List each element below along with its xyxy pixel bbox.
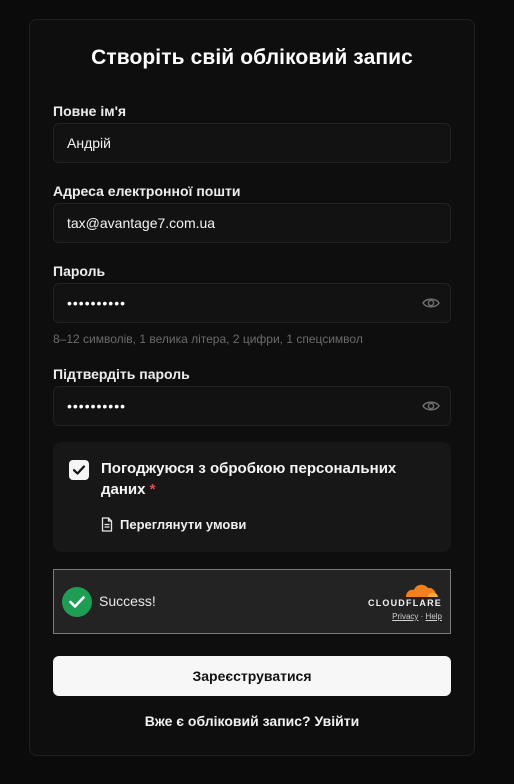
help-link[interactable]: Help (426, 612, 442, 621)
link-separator: · (420, 612, 424, 621)
consent-label: Погоджуюся з обробкою персональних даних… (101, 458, 431, 500)
full-name-label: Повне ім'я (53, 103, 127, 119)
consent-checkbox[interactable] (69, 460, 89, 480)
consent-box: Погоджуюся з обробкою персональних даних… (53, 442, 451, 552)
check-circle-icon (62, 587, 92, 617)
login-prompt-line: Вже є обліковий запис? Увійти (30, 713, 474, 729)
view-terms-label: Переглянути умови (120, 516, 247, 532)
eye-icon[interactable] (422, 295, 440, 311)
full-name-field[interactable]: Андрій (53, 123, 451, 163)
check-icon (72, 465, 86, 475)
login-link[interactable]: Увійти (314, 713, 359, 729)
email-field[interactable]: tax@avantage7.com.ua (53, 203, 451, 243)
confirm-password-value: •••••••••• (67, 398, 127, 414)
signup-card: Створіть свій обліковий запис Повне ім'я… (29, 19, 475, 756)
login-prompt: Вже є обліковий запис? (144, 713, 311, 729)
view-terms-link[interactable]: Переглянути умови (101, 515, 246, 533)
captcha-status: Success! (99, 593, 156, 609)
privacy-link[interactable]: Privacy (392, 612, 418, 621)
email-value: tax@avantage7.com.ua (67, 215, 216, 231)
confirm-password-label: Підтвердіть пароль (53, 366, 190, 382)
page-title: Створіть свій обліковий запис (91, 46, 413, 69)
eye-icon[interactable] (422, 398, 440, 414)
required-mark: * (149, 481, 156, 498)
register-button[interactable]: Зареєструватися (53, 656, 451, 696)
confirm-password-field[interactable]: •••••••••• (53, 386, 451, 426)
password-hint: 8–12 символів, 1 велика літера, 2 цифри,… (53, 332, 363, 346)
cloudflare-logo-text: CLOUDFLARE (368, 598, 442, 608)
email-label: Адреса електронної пошти (53, 183, 241, 199)
password-label: Пароль (53, 263, 106, 279)
document-icon (101, 516, 113, 532)
password-value: •••••••••• (67, 295, 127, 311)
consent-text: Погоджуюся з обробкою персональних даних (101, 460, 397, 498)
password-field[interactable]: •••••••••• (53, 283, 451, 323)
captcha-links: Privacy · Help (392, 612, 442, 621)
full-name-value: Андрій (67, 135, 111, 151)
captcha-widget[interactable]: Success! CLOUDFLARE Privacy · Help (53, 569, 451, 634)
